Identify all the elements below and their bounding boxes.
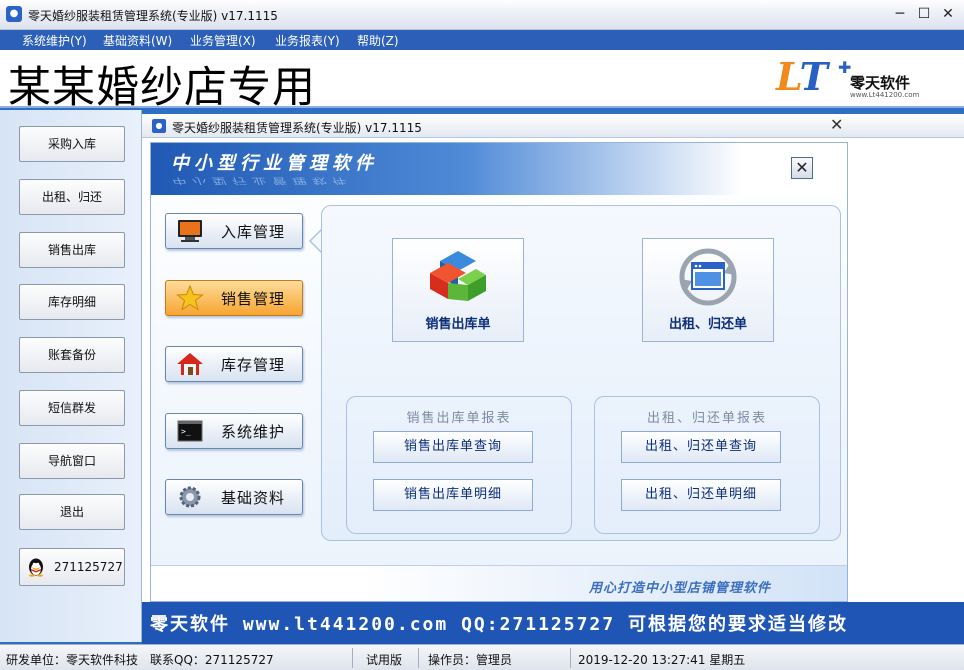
rent-report-group-title: 出租、归还单报表 xyxy=(646,411,767,426)
menu-item-basic-data[interactable]: 基础资料(W) xyxy=(103,32,172,49)
qq-penguin-icon xyxy=(29,558,43,577)
menu-bar: 系统维护(Y) 基础资料(W) 业务管理(X) 业务报表(Y) 帮助(Z) xyxy=(0,30,964,50)
svg-text:>_: >_ xyxy=(181,427,191,436)
gear-icon xyxy=(179,486,201,508)
terminal-icon: >_ xyxy=(177,420,203,442)
status-contact-qq: 联系QQ：271125727 xyxy=(150,653,274,667)
status-edition: 试用版 xyxy=(366,653,403,667)
panel-header-title: 中小型行业管理软件 xyxy=(171,153,378,174)
shop-name: 某某婚纱店专用 xyxy=(8,63,316,113)
logo-mark: LT xyxy=(776,54,828,99)
status-separator xyxy=(418,648,419,668)
sidebar-button-qq[interactable]: 271125727 xyxy=(19,548,125,586)
panel-header: 中小型行业管理软件 中小型行业管理软件 ✕ xyxy=(151,143,847,195)
shop-banner: 某某婚纱店专用 LT ✚ 零天软件 www.Lt441200.com xyxy=(0,50,964,113)
status-dev-unit: 研发单位：零天软件科技 xyxy=(6,653,139,667)
left-sidebar: 采购入库 出租、归还 销售出库 库存明细 账套备份 短信群发 导航窗口 退出 2… xyxy=(0,110,142,642)
star-icon xyxy=(176,285,204,311)
sales-order-query-button[interactable]: 销售出库单查询 xyxy=(373,431,533,463)
sidebar-button-rent-return[interactable]: 出租、归还 xyxy=(19,179,125,215)
inner-app-icon: ● xyxy=(152,119,166,133)
status-bar: 研发单位：零天软件科技 联系QQ：271125727 试用版 操作员：管理员 2… xyxy=(0,644,964,670)
rent-return-order-label: 出租、归还单 xyxy=(668,317,747,332)
logo-name: 零天软件 xyxy=(850,74,911,92)
minimize-button[interactable]: ─ xyxy=(888,3,912,25)
company-logo: LT ✚ 零天软件 www.Lt441200.com xyxy=(776,54,936,104)
refresh-window-icon xyxy=(679,248,737,306)
inner-window-close-button[interactable]: ✕ xyxy=(830,115,843,134)
monitor-icon xyxy=(178,220,202,242)
sidebar-button-sms[interactable]: 短信群发 xyxy=(19,390,125,426)
qq-number: 271125727 xyxy=(54,560,123,574)
company-footer-text: 零天软件 www.lt441200.com QQ:271125727 可根据您的… xyxy=(150,614,848,635)
status-separator xyxy=(570,648,571,668)
panel-header-reflection: 中小型行业管理软件 xyxy=(171,175,351,186)
nav-button-inventory[interactable]: 库存管理 xyxy=(165,346,303,382)
company-footer-strip: 零天软件 www.lt441200.com QQ:271125727 可根据您的… xyxy=(142,602,964,644)
slogan-bar: 用心打造中小型店铺管理软件 xyxy=(151,565,847,601)
sales-content-area: 销售出库单 出租、归还单 销售出库单报表 销售出库单查询 销售出库单明细 出租、… xyxy=(321,205,841,541)
status-separator xyxy=(352,648,353,668)
nav-label-inbound: 入库管理 xyxy=(221,223,286,241)
inner-window: ● 零天婚纱服装租赁管理系统(专业版) v17.1115 ✕ 中小型行业管理软件… xyxy=(142,114,964,644)
nav-button-inbound[interactable]: 入库管理 xyxy=(165,213,303,249)
panel-close-button[interactable]: ✕ xyxy=(791,157,813,179)
menu-item-help[interactable]: 帮助(Z) xyxy=(357,32,399,49)
rent-report-group: 出租、归还单报表 出租、归还单查询 出租、归还单明细 xyxy=(594,396,820,534)
sales-outbound-order-button[interactable]: 销售出库单 xyxy=(392,238,524,342)
sidebar-button-stock-detail[interactable]: 库存明细 xyxy=(19,284,125,320)
slogan-text: 用心打造中小型店铺管理软件 xyxy=(589,581,772,596)
sidebar-button-purchase-in[interactable]: 采购入库 xyxy=(19,126,125,162)
active-nav-pointer xyxy=(309,229,322,253)
menu-item-business[interactable]: 业务管理(X) xyxy=(190,32,256,49)
rent-order-detail-button[interactable]: 出租、归还单明细 xyxy=(621,479,781,511)
nav-label-sales: 销售管理 xyxy=(221,290,286,308)
rent-order-query-button[interactable]: 出租、归还单查询 xyxy=(621,431,781,463)
nav-label-inventory: 库存管理 xyxy=(221,356,286,374)
nav-button-sales[interactable]: 销售管理 xyxy=(165,280,303,316)
sidebar-button-exit[interactable]: 退出 xyxy=(19,494,125,530)
nav-button-maintenance[interactable]: >_ 系统维护 xyxy=(165,413,303,449)
sidebar-button-backup[interactable]: 账套备份 xyxy=(19,337,125,373)
status-datetime: 2019-12-20 13:27:41 星期五 xyxy=(578,653,746,667)
sidebar-button-sales-out[interactable]: 销售出库 xyxy=(19,232,125,268)
nav-button-basic-data[interactable]: 基础资料 xyxy=(165,479,303,515)
nav-label-maintenance: 系统维护 xyxy=(221,423,286,441)
sales-outbound-order-label: 销售出库单 xyxy=(425,317,491,332)
navigation-panel: 中小型行业管理软件 中小型行业管理软件 ✕ 入库管理 销售管理 库存管理 >_ … xyxy=(150,142,848,602)
nav-label-basic-data: 基础资料 xyxy=(221,489,286,507)
status-operator: 操作员：管理员 xyxy=(428,653,513,667)
sales-report-group: 销售出库单报表 销售出库单查询 销售出库单明细 xyxy=(346,396,572,534)
rent-return-order-button[interactable]: 出租、归还单 xyxy=(642,238,774,342)
logo-url: www.Lt441200.com xyxy=(850,91,920,99)
sales-order-detail-button[interactable]: 销售出库单明细 xyxy=(373,479,533,511)
close-button[interactable]: ✕ xyxy=(936,3,960,25)
maximize-button[interactable]: ☐ xyxy=(912,3,936,25)
window-title: 零天婚纱服装租赁管理系统(专业版) v17.1115 xyxy=(28,9,278,23)
inner-window-titlebar: ● 零天婚纱服装租赁管理系统(专业版) v17.1115 ✕ xyxy=(142,114,964,138)
home-icon xyxy=(177,353,203,375)
sidebar-button-nav-window[interactable]: 导航窗口 xyxy=(19,443,125,479)
sales-report-group-title: 销售出库单报表 xyxy=(406,411,512,426)
menu-item-system[interactable]: 系统维护(Y) xyxy=(22,32,87,49)
window-titlebar: ● 零天婚纱服装租赁管理系统(专业版) v17.1115 ─ ☐ ✕ xyxy=(0,0,964,30)
app-icon: ● xyxy=(6,6,22,22)
blocks-icon xyxy=(430,251,486,301)
inner-window-title: 零天婚纱服装租赁管理系统(专业版) v17.1115 xyxy=(172,121,422,135)
menu-item-reports[interactable]: 业务报表(Y) xyxy=(275,32,340,49)
